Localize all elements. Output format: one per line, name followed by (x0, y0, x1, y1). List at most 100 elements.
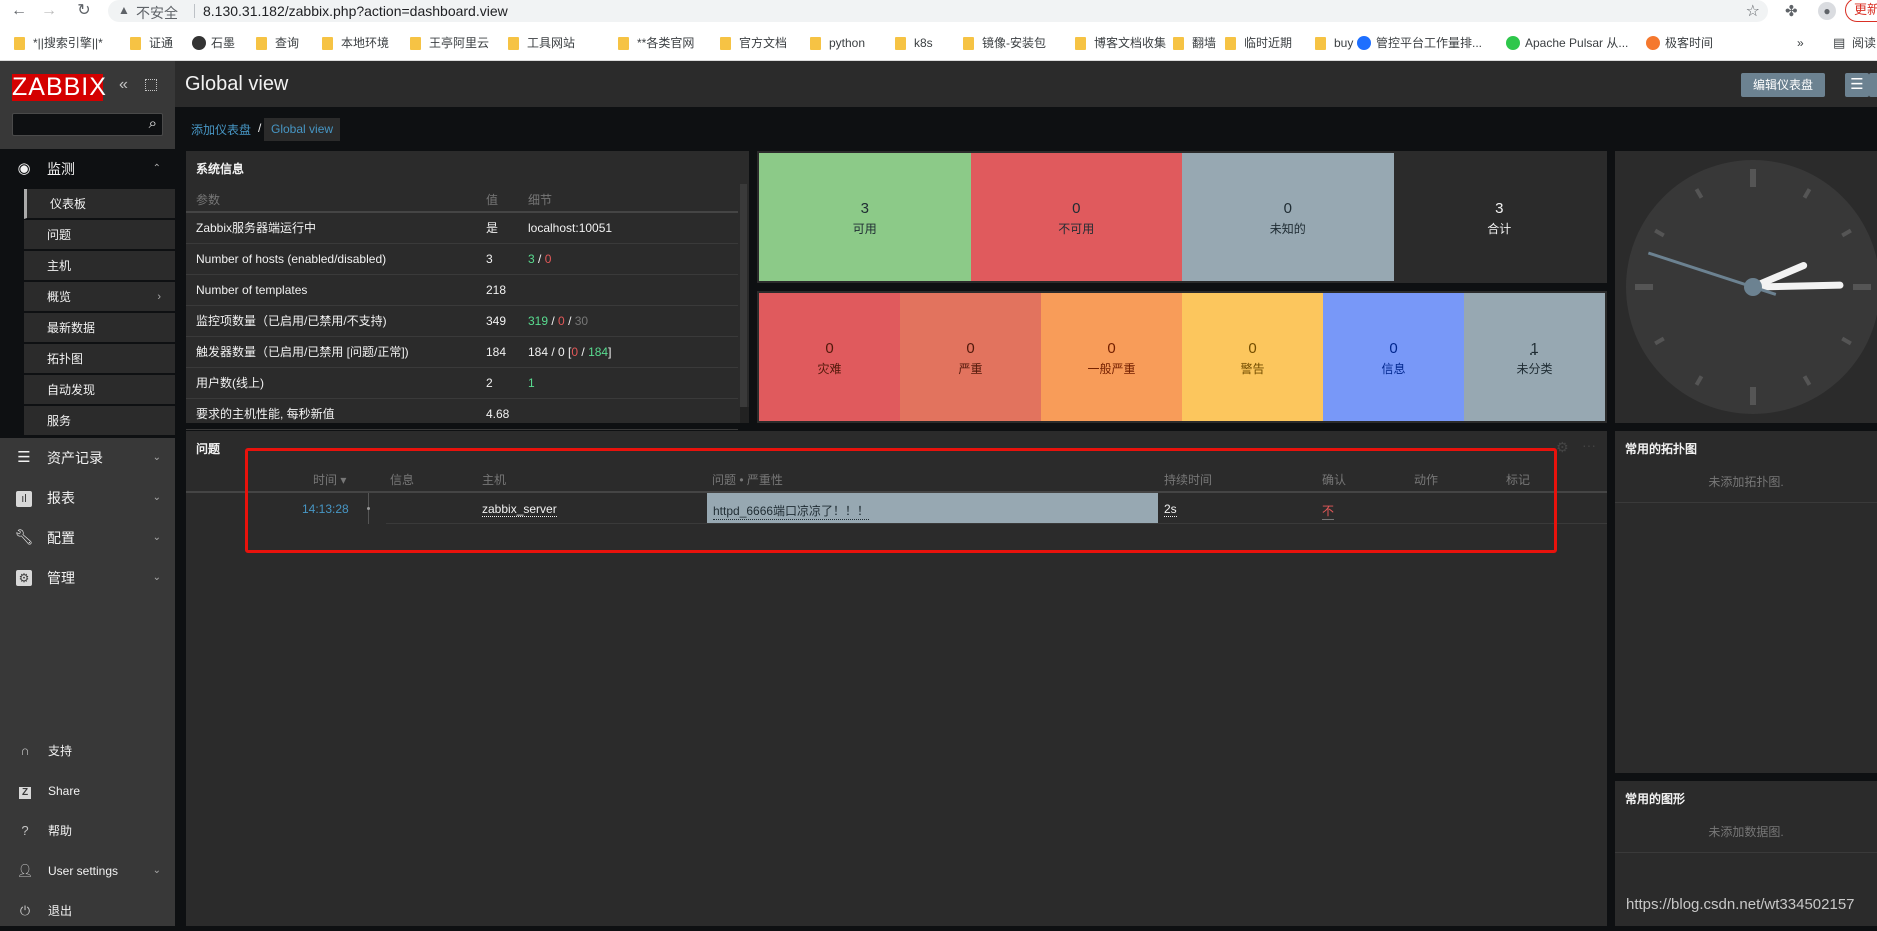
submenu-item[interactable]: 服务 (24, 406, 175, 436)
bookmark-item[interactable]: 官方文档 (720, 33, 787, 53)
bookmark-item[interactable]: 极客时间 (1646, 33, 1713, 53)
status-count[interactable]: 3 (1394, 200, 1606, 217)
folder-icon (810, 37, 821, 50)
status-count[interactable]: 0 (1182, 200, 1394, 217)
edit-dashboard-button[interactable]: 编辑仪表盘 (1741, 73, 1825, 97)
problem-name[interactable]: httpd_6666端口凉凉了！！！ (713, 502, 870, 520)
extensions-icon[interactable]: ✤ (1785, 2, 1798, 20)
menu-reports[interactable]: ıl 报表 ⌄ (0, 478, 175, 518)
column-header-problem[interactable]: 问题 • 严重性 (712, 471, 783, 488)
collapse-sidebar-icon[interactable]: « (119, 76, 128, 94)
breadcrumb-parent[interactable]: 添加仪表盘 (191, 121, 251, 138)
status-count[interactable]: 1 (1464, 340, 1605, 357)
status-label: 未分类 (1516, 362, 1553, 376)
divider (194, 4, 195, 18)
submenu-item[interactable]: 仪表板 (24, 189, 175, 219)
bookmark-item[interactable]: k8s (895, 33, 933, 53)
menu-user-settings[interactable]: 👤︎ User settings ⌄ (0, 851, 175, 891)
details-cell: 3 / 0 (518, 243, 738, 275)
search-input[interactable]: ⌕ (12, 113, 163, 136)
security-label[interactable]: 不安全 (136, 3, 178, 23)
site-icon (1506, 36, 1520, 50)
kiosk-mode-button[interactable] (1869, 73, 1877, 97)
bookmark-item[interactable]: 证通 (130, 33, 173, 53)
status-cell[interactable]: 0 灾难 (759, 293, 900, 421)
profile-icon[interactable]: ● (1818, 2, 1836, 20)
bookmark-star-icon[interactable]: ☆ (1746, 1, 1760, 21)
status-count[interactable]: 0 (1182, 340, 1323, 357)
menu-share[interactable]: Z Share (0, 771, 175, 811)
bookmark-item[interactable]: buy (1315, 33, 1353, 53)
url-text[interactable]: 8.130.31.182/zabbix.php?action=dashboard… (203, 3, 508, 19)
status-cell[interactable]: 1 未分类 (1464, 293, 1605, 421)
bookmark-item[interactable]: 镜像-安装包 (963, 33, 1046, 53)
submenu-item[interactable]: 主机 (24, 251, 175, 281)
submenu-item[interactable]: 自动发现 (24, 375, 175, 405)
menu-inventory[interactable]: ☰ 资产记录 ⌄ (0, 438, 175, 478)
status-cell[interactable]: 0 警告 (1182, 293, 1323, 421)
reload-icon[interactable]: ↻ (75, 2, 93, 20)
dashboard-menu-button[interactable]: ☰ (1845, 73, 1869, 97)
more-icon[interactable]: ··· (1582, 437, 1596, 453)
submenu-item[interactable]: 问题 (24, 220, 175, 250)
bookmark-item[interactable]: 工具网站 (508, 33, 575, 53)
status-cell[interactable]: 0 信息 (1323, 293, 1464, 421)
hamburger-icon: ☰ (1850, 76, 1864, 93)
bookmark-item[interactable]: 临时近期 (1225, 33, 1292, 53)
problem-host[interactable]: zabbix_server (482, 502, 557, 517)
bookmark-item[interactable]: python (810, 33, 865, 53)
status-cell[interactable]: 0 未知的 (1182, 153, 1394, 281)
problems-by-severity-widget: 0 灾难 0 严重 0 一般严重 0 警告 0 信息 1 未分类 (757, 291, 1607, 423)
more-bookmarks-button[interactable]: » (1797, 33, 1804, 53)
bookmark-item[interactable]: 石墨 (192, 33, 235, 53)
submenu-item[interactable]: 概览 › (24, 282, 175, 312)
status-count[interactable]: 0 (1323, 340, 1464, 357)
status-cell[interactable]: 0 不可用 (970, 153, 1183, 281)
problem-time[interactable]: 14:13:28 (302, 502, 349, 516)
status-count[interactable]: 0 (971, 200, 1183, 217)
status-cell[interactable]: 0 严重 (900, 293, 1041, 421)
menu-sign-out[interactable]: ⏻ 退出 (0, 891, 175, 931)
status-count[interactable]: 0 (1041, 340, 1182, 357)
bookmark-item[interactable]: 查询 (256, 33, 299, 53)
column-header-time[interactable]: 时间 ▾ (313, 471, 346, 488)
forward-icon[interactable]: → (40, 2, 58, 20)
bookmark-item[interactable]: **各类官网 (618, 33, 694, 53)
bookmark-item[interactable]: 翻墙 (1173, 33, 1216, 53)
status-cell[interactable]: 3 可用 (759, 153, 971, 281)
gear-icon[interactable]: ⚙ (1556, 439, 1569, 456)
problem-ack[interactable]: 不 (1322, 502, 1335, 520)
menu-help[interactable]: ? 帮助 (0, 811, 175, 851)
bookmark-item[interactable]: 王亭阿里云 (410, 33, 489, 53)
status-cell[interactable]: 0 一般严重 (1041, 293, 1182, 421)
status-count[interactable]: 3 (759, 200, 971, 217)
breadcrumb-current[interactable]: Global view (264, 118, 341, 141)
menu-monitoring[interactable]: ◉ 监测 ⌃ (0, 149, 175, 189)
back-icon[interactable]: ← (10, 2, 28, 20)
menu-support[interactable]: ∩ 支持 (0, 731, 175, 771)
update-button[interactable]: 更新 (1845, 0, 1877, 22)
scrollbar-thumb[interactable] (740, 407, 749, 423)
bookmark-item[interactable]: 博客文档收集 (1075, 33, 1166, 53)
bookmark-item[interactable]: 管控平台工作量排... (1357, 33, 1482, 53)
column-header-host[interactable]: 主机 (482, 471, 506, 488)
menu-configuration[interactable]: 🔧︎ 配置 ⌄ (0, 518, 175, 558)
status-cell[interactable]: 3 合计 (1393, 153, 1606, 281)
menu-administration[interactable]: ⚙ 管理 ⌄ (0, 558, 175, 598)
zabbix-logo[interactable]: ZABBIX (12, 74, 106, 101)
status-count[interactable]: 0 (759, 340, 900, 357)
submenu-item[interactable]: 最新数据 (24, 313, 175, 343)
search-icon[interactable]: ⌕ (149, 115, 157, 132)
status-count[interactable]: 0 (900, 340, 1041, 357)
kiosk-mode-icon[interactable] (145, 79, 157, 91)
submenu-item[interactable]: 拓扑图 (24, 344, 175, 374)
bookmark-item[interactable]: 本地环境 (322, 33, 389, 53)
bookmark-item[interactable]: Apache Pulsar 从... (1506, 33, 1628, 53)
reading-list-button[interactable]: ▤ 阅读 (1833, 33, 1876, 53)
bookmark-item[interactable]: *||搜索引擎||* (14, 33, 103, 53)
detail-part: 319 (528, 313, 549, 328)
address-bar[interactable]: ▲ 不安全 8.130.31.182/zabbix.php?action=das… (108, 0, 1768, 22)
problem-duration[interactable]: 2s (1164, 502, 1177, 517)
submenu-label: 服务 (47, 414, 72, 428)
scrollbar[interactable] (740, 184, 747, 407)
